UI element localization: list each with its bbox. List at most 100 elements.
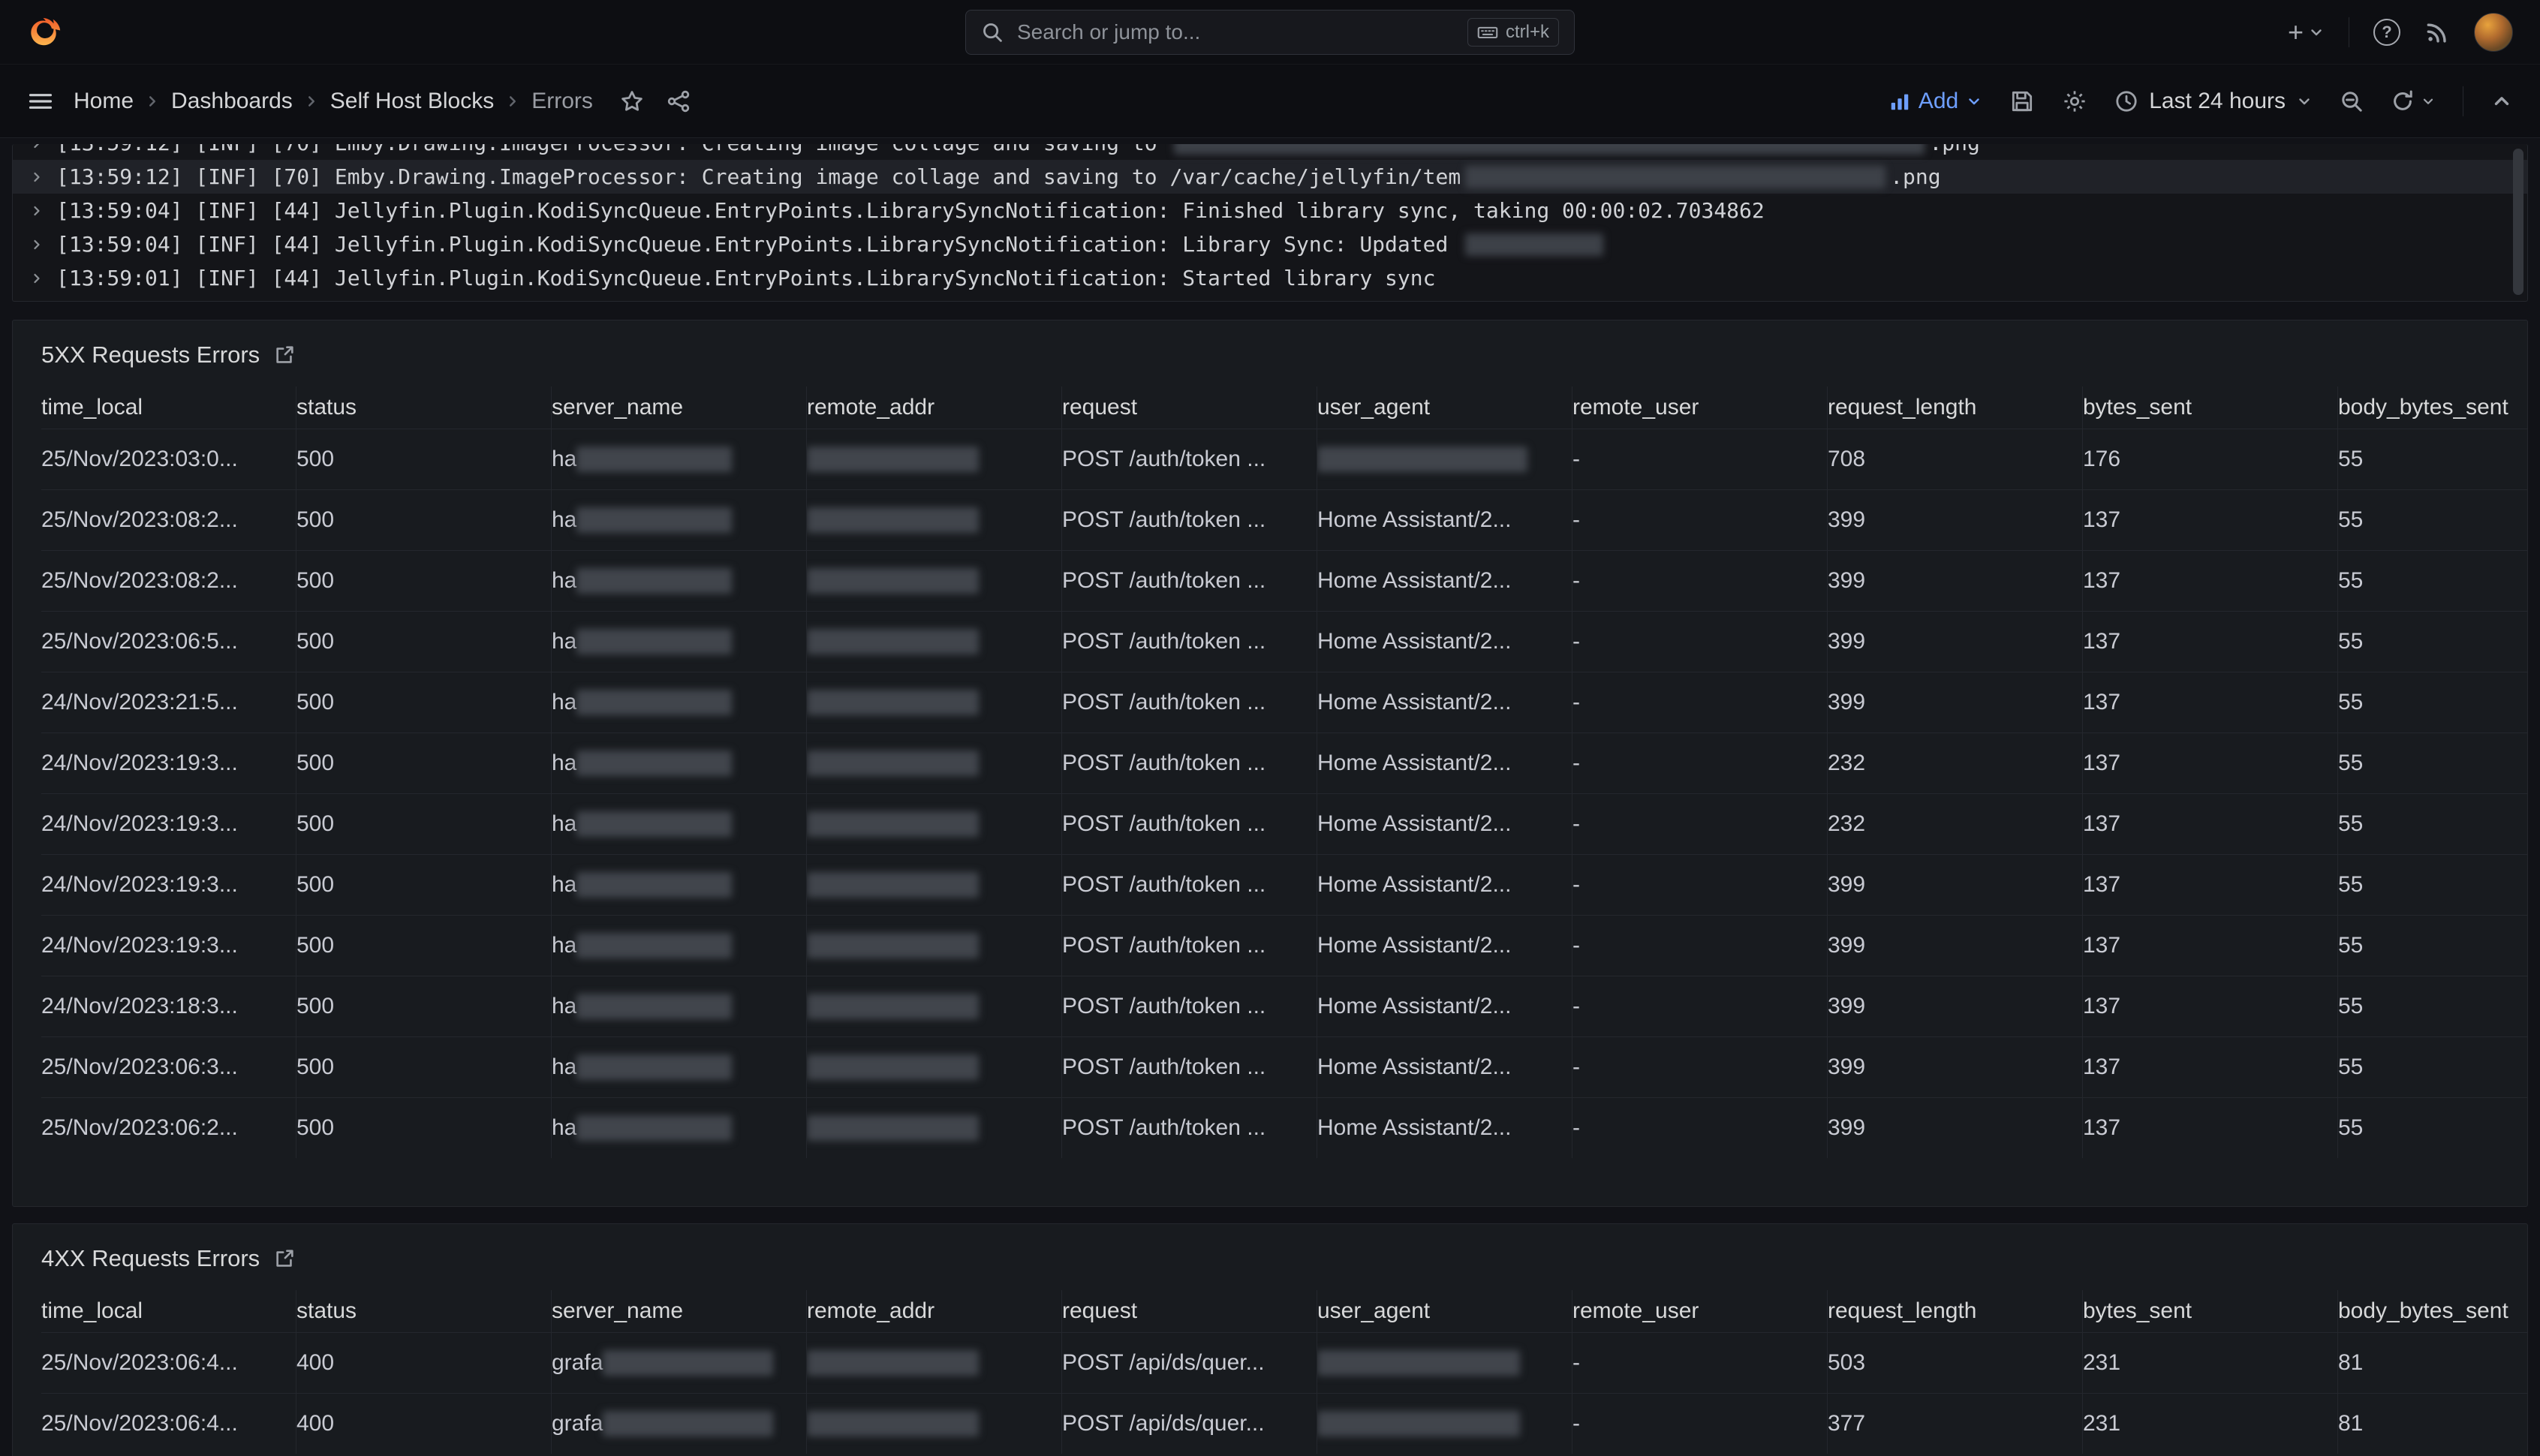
table-row: 25/Nov/2023:06:4... 400 grafa POST /api/… xyxy=(41,1332,2527,1393)
column-header[interactable]: bytes_sent xyxy=(2083,1290,2338,1332)
column-header[interactable]: request_length xyxy=(1828,1290,2083,1332)
cell-status: 500 xyxy=(296,490,552,550)
redacted-text xyxy=(807,1350,979,1376)
zoom-out-button[interactable] xyxy=(2340,89,2364,113)
column-header[interactable]: remote_addr xyxy=(807,387,1062,429)
table-header: time_localstatusserver_nameremote_addrre… xyxy=(41,1290,2527,1332)
column-header[interactable]: server_name xyxy=(552,387,807,429)
cell-remote-user: - xyxy=(1572,612,1828,672)
expand-row-icon[interactable] xyxy=(29,237,44,252)
cell-remote-user: - xyxy=(1572,916,1828,976)
column-header[interactable]: remote_addr xyxy=(807,1290,1062,1332)
column-header[interactable]: request_length xyxy=(1828,387,2083,429)
table-row: 25/Nov/2023:06:3... 500 ha POST /auth/to… xyxy=(41,1036,2527,1097)
cell-request: POST /auth/token ... xyxy=(1062,612,1317,672)
breadcrumb-item[interactable]: Errors xyxy=(494,89,593,114)
panel-title[interactable]: 5XX Requests Errors xyxy=(41,341,260,369)
column-header[interactable]: time_local xyxy=(41,387,296,429)
cell-request-length: 503 xyxy=(1828,1333,2083,1393)
global-search[interactable]: ctrl+k xyxy=(965,10,1575,55)
log-scrollbar[interactable] xyxy=(2513,149,2523,295)
log-line[interactable]: [13:59:04] [INF] [44] Jellyfin.Plugin.Ko… xyxy=(13,227,2527,261)
add-label: Add xyxy=(1919,89,1958,114)
cell-remote-user: - xyxy=(1572,1394,1828,1454)
panel-title[interactable]: 4XX Requests Errors xyxy=(41,1245,260,1272)
external-link-icon[interactable] xyxy=(273,344,296,366)
column-header[interactable]: body_bytes_sent xyxy=(2338,1290,2527,1332)
cell-remote-user: - xyxy=(1572,1098,1828,1158)
expand-row-icon[interactable] xyxy=(29,203,44,218)
column-header[interactable]: status xyxy=(296,1290,552,1332)
cell-body-bytes-sent: 55 xyxy=(2338,855,2527,915)
log-line[interactable]: [13:59:00] [INF] [44] Jellyfin.Plugin.TM… xyxy=(13,295,2527,302)
cell-user-agent: Home Assistant/2... xyxy=(1317,1037,1572,1097)
column-header[interactable]: server_name xyxy=(552,1290,807,1332)
rss-icon xyxy=(2424,20,2450,45)
search-input[interactable] xyxy=(1017,20,1454,44)
log-line[interactable]: [13:59:04] [INF] [44] Jellyfin.Plugin.Ko… xyxy=(13,194,2527,227)
expand-row-icon[interactable] xyxy=(29,170,44,185)
cell-server-name: ha xyxy=(552,672,807,733)
cell-request: POST /auth/token ... xyxy=(1062,490,1317,550)
shortcut-badge: ctrl+k xyxy=(1467,18,1559,47)
breadcrumb-item[interactable]: Self Host Blocks xyxy=(293,89,494,114)
column-header[interactable]: request xyxy=(1062,1290,1317,1332)
save-dashboard-button[interactable] xyxy=(2009,89,2035,114)
mega-menu-button[interactable] xyxy=(27,88,54,115)
cell-server-name: grafa xyxy=(552,1394,807,1454)
new-menu-button[interactable]: + xyxy=(2288,19,2325,46)
breadcrumb-item[interactable]: Home xyxy=(74,89,134,114)
refresh-button[interactable] xyxy=(2391,89,2436,113)
column-header[interactable]: user_agent xyxy=(1317,1290,1572,1332)
redacted-text xyxy=(807,811,979,837)
column-header[interactable]: body_bytes_sent xyxy=(2338,387,2527,429)
breadcrumb: Home Dashboards Self Host Blocks Errors xyxy=(74,89,593,114)
log-line[interactable]: [13:59:01] [INF] [44] Jellyfin.Plugin.Ko… xyxy=(13,261,2527,295)
cell-request: POST /auth/token ... xyxy=(1062,916,1317,976)
cell-status: 500 xyxy=(296,855,552,915)
cell-status: 500 xyxy=(296,551,552,611)
log-line[interactable]: [13:59:12] [INF] [70] Emby.Drawing.Image… xyxy=(13,144,2527,160)
column-header[interactable]: user_agent xyxy=(1317,387,1572,429)
user-avatar[interactable] xyxy=(2474,13,2513,52)
cell-remote-addr xyxy=(807,672,1062,733)
table-body: 25/Nov/2023:03:0... 500 ha POST /auth/to… xyxy=(41,429,2527,1158)
column-header[interactable]: remote_user xyxy=(1572,1290,1828,1332)
column-header[interactable]: bytes_sent xyxy=(2083,387,2338,429)
cell-status: 500 xyxy=(296,976,552,1036)
redacted-text xyxy=(603,1411,773,1436)
table-row: 24/Nov/2023:18:3... 500 ha POST /auth/to… xyxy=(41,976,2527,1036)
cell-request-length: 708 xyxy=(1828,429,2083,489)
news-button[interactable] xyxy=(2424,20,2450,45)
expand-row-icon[interactable] xyxy=(29,144,44,151)
column-header[interactable]: status xyxy=(296,387,552,429)
help-button[interactable]: ? xyxy=(2373,19,2400,46)
favorite-button[interactable] xyxy=(620,89,644,113)
table-row: 24/Nov/2023:19:3... 500 ha POST /auth/to… xyxy=(41,854,2527,915)
column-header[interactable]: request xyxy=(1062,387,1317,429)
share-button[interactable] xyxy=(667,89,691,113)
dashboard-settings-button[interactable] xyxy=(2062,89,2087,114)
cell-server-name: ha xyxy=(552,1037,807,1097)
cell-status: 500 xyxy=(296,794,552,854)
cell-request-length: 377 xyxy=(1828,1394,2083,1454)
grafana-logo[interactable] xyxy=(27,14,65,51)
redacted-text xyxy=(603,1350,773,1376)
expand-row-icon[interactable] xyxy=(29,271,44,286)
redacted-text xyxy=(807,872,979,898)
column-header[interactable]: remote_user xyxy=(1572,387,1828,429)
cell-server-name: ha xyxy=(552,976,807,1036)
collapse-toolbar-button[interactable] xyxy=(2490,90,2513,113)
external-link-icon[interactable] xyxy=(273,1247,296,1270)
breadcrumb-item[interactable]: Dashboards xyxy=(134,89,293,114)
add-panel-button[interactable]: Add xyxy=(1888,89,1982,114)
table-row: 25/Nov/2023:08:2... 500 ha POST /auth/to… xyxy=(41,550,2527,611)
cell-time-local: 24/Nov/2023:21:5... xyxy=(41,672,296,733)
cell-remote-addr xyxy=(807,1098,1062,1158)
column-header[interactable]: time_local xyxy=(41,1290,296,1332)
time-range-picker[interactable]: Last 24 hours xyxy=(2114,89,2313,114)
redacted-text xyxy=(1317,1350,1520,1376)
cell-bytes-sent: 137 xyxy=(2083,976,2338,1036)
cell-server-name: ha xyxy=(552,551,807,611)
log-line[interactable]: [13:59:12] [INF] [70] Emby.Drawing.Image… xyxy=(13,160,2527,194)
